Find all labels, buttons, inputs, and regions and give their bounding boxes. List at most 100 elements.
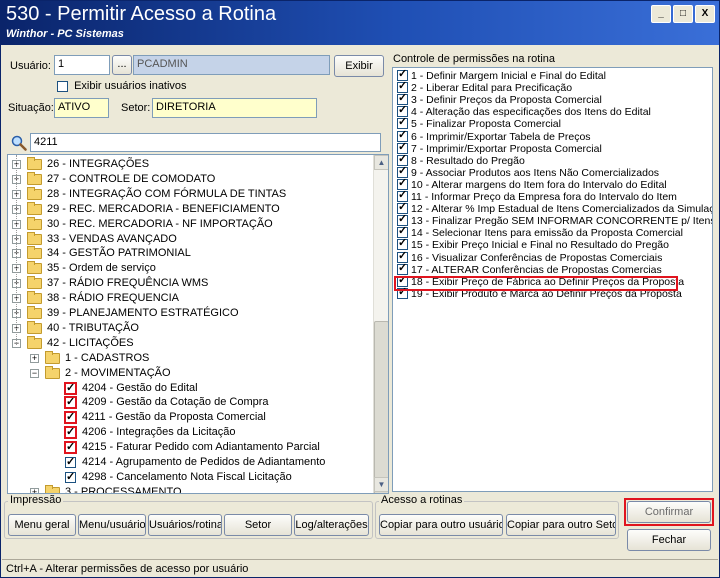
tree-item[interactable]: +34 - GESTÃO PATRIMONIAL: [8, 246, 370, 261]
folder-icon: [27, 261, 42, 275]
tree-item[interactable]: +27 - CONTROLE DE COMODATO: [8, 171, 370, 187]
permission-item[interactable]: 4 - Alteração das especificações dos Ite…: [395, 104, 710, 119]
permission-item[interactable]: 10 - Alterar margens do Item fora do Int…: [395, 177, 710, 191]
expand-icon[interactable]: +: [30, 353, 39, 363]
permission-label: 6 - Imprimir/Exportar Tabela de Preços: [411, 130, 591, 143]
show-button[interactable]: Exibir: [334, 55, 384, 77]
tree-item-label: 4298 - Cancelamento Nota Fiscal Licitaçã…: [82, 470, 292, 483]
close-button[interactable]: Fechar: [627, 529, 711, 551]
permission-item[interactable]: 13 - Finalizar Pregão SEM INFORMAR CONCO…: [395, 213, 713, 228]
scroll-thumb[interactable]: [374, 321, 388, 493]
permission-item[interactable]: 1 - Definir Margem Inicial e Final do Ed…: [395, 68, 710, 82]
folder-icon: [27, 246, 42, 260]
tree-item-label: 26 - INTEGRAÇÕES: [47, 158, 150, 170]
tree-item[interactable]: +30 - REC. MERCADORIA - NF IMPORTAÇÃO: [8, 216, 370, 232]
permission-label: 17 - ALTERAR Conferências de Propostas C…: [411, 263, 662, 276]
tree-item-label: 4209 - Gestão da Cotação de Compra: [82, 396, 269, 409]
print-menu-general-button[interactable]: Menu geral: [8, 514, 76, 536]
tree-item[interactable]: +26 - INTEGRAÇÕES: [8, 157, 370, 172]
main-window: 530 - Permitir Acesso a Rotina Winthor -…: [0, 0, 720, 578]
inactive-users-label: Exibir usuários inativos: [74, 80, 187, 92]
folder-icon: [27, 231, 42, 245]
permission-label: 1 - Definir Margem Inicial e Final do Ed…: [411, 70, 606, 82]
permission-item[interactable]: 11 - Informar Preço da Empresa fora do I…: [395, 189, 710, 203]
permission-item[interactable]: 15 - Exibir Preço Inicial e Final no Res…: [395, 237, 710, 251]
tree-item[interactable]: +28 - INTEGRAÇÃO COM FÓRMULA DE TINTAS: [8, 186, 370, 202]
scroll-down-button[interactable]: ▼: [374, 477, 388, 492]
tree-item[interactable]: −42 - LICITAÇÕES: [8, 335, 370, 351]
tree-item-label: 3 - PROCESSAMENTO: [65, 485, 182, 494]
print-menu-user-button[interactable]: Menu/usuário: [78, 514, 146, 536]
tree-item[interactable]: 4215 - Faturar Pedido com Adiantamento P…: [8, 440, 370, 455]
minimize-button[interactable]: _: [651, 5, 671, 23]
permission-item[interactable]: 16 - Visualizar Conferências de Proposta…: [395, 250, 710, 264]
inactive-users-option[interactable]: Exibir usuários inativos: [57, 80, 187, 92]
tree-scrollbar[interactable]: ▲ ▼: [373, 155, 388, 493]
permission-label: 13 - Finalizar Pregão SEM INFORMAR CONCO…: [411, 215, 713, 228]
tree-item-label: 40 - TRIBUTAÇÃO: [47, 321, 139, 334]
copy-to-sector-button[interactable]: Copiar para outro Setor: [506, 514, 616, 536]
tree-item[interactable]: +3 - PROCESSAMENTO: [8, 484, 370, 494]
permission-item[interactable]: 6 - Imprimir/Exportar Tabela de Preços: [395, 129, 710, 143]
tree-item[interactable]: 4298 - Cancelamento Nota Fiscal Licitaçã…: [8, 470, 370, 485]
print-sector-button[interactable]: Setor: [224, 514, 292, 536]
routine-checkbox[interactable]: [64, 395, 77, 410]
tree-item[interactable]: +33 - VENDAS AVANÇADO: [8, 231, 370, 247]
tree-item[interactable]: 4214 - Agrupamento de Pedidos de Adianta…: [8, 455, 370, 470]
search-input[interactable]: 4211: [30, 133, 381, 152]
tree-item[interactable]: 4204 - Gestão do Edital: [8, 381, 370, 396]
close-window-button[interactable]: X: [695, 5, 715, 23]
routine-checkbox[interactable]: [65, 470, 76, 485]
routine-checkbox[interactable]: [64, 440, 77, 455]
tree-item[interactable]: +38 - RÁDIO FREQUENCIA: [8, 291, 370, 306]
situation-label: Situação:: [8, 102, 54, 114]
tree-item[interactable]: 4211 - Gestão da Proposta Comercial: [8, 410, 370, 425]
user-label: Usuário:: [10, 60, 51, 72]
permission-item[interactable]: 8 - Resultado do Pregão: [395, 153, 710, 167]
inactive-users-checkbox[interactable]: [57, 80, 68, 92]
search-icon: [11, 135, 27, 151]
routine-checkbox[interactable]: [64, 410, 77, 425]
permission-label: 7 - Imprimir/Exportar Proposta Comercial: [411, 142, 602, 155]
collapse-icon[interactable]: −: [30, 368, 39, 378]
user-name-field: PCADMIN: [133, 55, 330, 75]
tree-item[interactable]: +1 - CADASTROS: [8, 350, 370, 366]
permission-item[interactable]: 17 - ALTERAR Conferências de Propostas C…: [395, 262, 710, 276]
folder-icon: [27, 306, 42, 319]
permission-label: 8 - Resultado do Pregão: [411, 154, 525, 167]
tree-item[interactable]: +35 - Ordem de serviço: [8, 261, 370, 276]
routine-checkbox[interactable]: [64, 381, 77, 396]
permission-item[interactable]: 3 - Definir Preços da Proposta Comercial: [395, 92, 710, 107]
permission-item[interactable]: 12 - Alterar % Imp Estadual de Itens Com…: [395, 201, 712, 215]
tree-item[interactable]: +29 - REC. MERCADORIA - BENEFICIAMENTO: [8, 201, 370, 217]
routine-checkbox[interactable]: [64, 425, 77, 440]
tree-item[interactable]: − 2 - MOVIMENTAÇÃO: [8, 365, 370, 381]
permission-label: 3 - Definir Preços da Proposta Comercial: [411, 94, 602, 107]
tree-item[interactable]: 4209 - Gestão da Cotação de Compra: [8, 395, 370, 410]
permission-item[interactable]: 7 - Imprimir/Exportar Proposta Comercial: [395, 141, 710, 155]
user-id-field[interactable]: 1: [54, 55, 110, 75]
print-log-button[interactable]: Log/alterações: [294, 514, 369, 536]
title-bar[interactable]: 530 - Permitir Acesso a Rotina Winthor -…: [1, 1, 719, 45]
access-group-title: Acesso a rotinas: [379, 494, 465, 506]
routine-tree[interactable]: +26 - INTEGRAÇÕES +27 - CONTROLE DE COMOD…: [7, 154, 389, 494]
tree-item[interactable]: +40 - TRIBUTAÇÃO: [8, 320, 370, 336]
scroll-up-button[interactable]: ▲: [374, 155, 388, 170]
permission-item[interactable]: 14 - Selecionar Itens para emissão da Pr…: [395, 225, 710, 240]
print-users-routine-button[interactable]: Usuários/rotina: [148, 514, 222, 536]
routine-checkbox[interactable]: [65, 455, 76, 470]
permission-item[interactable]: 5 - Finalizar Proposta Comercial: [395, 116, 710, 130]
permission-label: 4 - Alteração das especificações dos Ite…: [411, 106, 651, 119]
tree-item[interactable]: +37 - RÁDIO FREQUÊNCIA WMS: [8, 276, 370, 291]
maximize-button[interactable]: □: [673, 5, 693, 23]
copy-to-user-button[interactable]: Copiar para outro usuário: [379, 514, 503, 536]
permission-item[interactable]: 2 - Liberar Edital para Precificação: [395, 80, 710, 94]
tree-item-label: 38 - RÁDIO FREQUENCIA: [47, 292, 180, 305]
user-browse-button[interactable]: ...: [112, 55, 132, 75]
tree-connector: [16, 155, 17, 345]
permission-item[interactable]: 9 - Associar Produtos aos Itens Não Come…: [395, 165, 710, 179]
tree-item[interactable]: 4206 - Integrações da Licitação: [8, 425, 370, 440]
status-bar: Ctrl+A - Alterar permissões de acesso po…: [2, 559, 718, 577]
permission-label: 14 - Selecionar Itens para emissão da Pr…: [411, 227, 683, 240]
tree-item[interactable]: +39 - PLANEJAMENTO ESTRATÉGICO: [8, 306, 370, 321]
